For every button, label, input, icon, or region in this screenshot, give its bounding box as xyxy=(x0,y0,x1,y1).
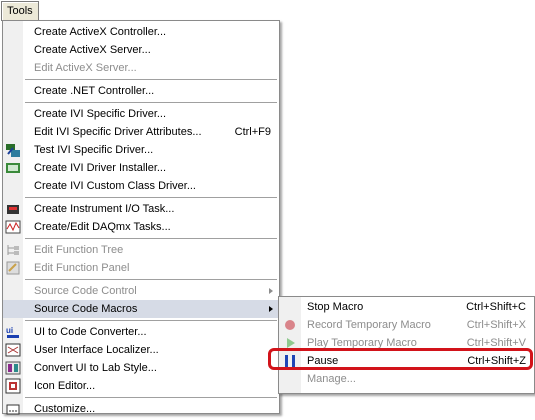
ui-converter-icon: ui xyxy=(5,324,21,340)
icon-editor-icon xyxy=(5,378,21,394)
menu-item-label: Edit Function Panel xyxy=(34,262,130,274)
menu-item-create-net-controller[interactable]: Create .NET Controller... xyxy=(3,82,279,100)
menu-separator xyxy=(25,102,277,103)
menu-item-label: Source Code Macros xyxy=(34,303,138,315)
io-task-icon xyxy=(5,201,21,217)
menu-separator xyxy=(25,397,277,398)
menu-separator xyxy=(25,320,277,321)
menu-item-shortcut: Ctrl+Shift+C xyxy=(466,301,526,313)
menu-item-label: Manage... xyxy=(307,373,356,385)
menu-item-create-ivi-custom-class-driver[interactable]: Create IVI Custom Class Driver... xyxy=(3,177,279,195)
menu-item-shortcut: Ctrl+F9 xyxy=(234,126,271,138)
menu-bar: Tools xyxy=(0,0,535,21)
menu-item-edit-ivi-driver-attributes[interactable]: Edit IVI Specific Driver Attributes... Ct… xyxy=(3,123,279,141)
menu-item-ui-to-code-converter[interactable]: ui UI to Code Converter... xyxy=(3,323,279,341)
menu-item-label: Create ActiveX Controller... xyxy=(34,26,167,38)
customize-icon xyxy=(5,401,21,417)
menu-item-source-code-macros[interactable]: Source Code Macros xyxy=(3,300,279,318)
function-tree-icon xyxy=(5,242,21,258)
svg-text:ui: ui xyxy=(6,326,13,335)
menu-item-create-ivi-driver-installer[interactable]: Create IVI Driver Installer... xyxy=(3,159,279,177)
menu-tools-label: Tools xyxy=(7,5,33,17)
menu-item-create-instrument-io-task[interactable]: Create Instrument I/O Task... xyxy=(3,200,279,218)
menu-item-label: Create/Edit DAQmx Tasks... xyxy=(34,221,171,233)
menu-item-label: UI to Code Converter... xyxy=(34,326,147,338)
menu-separator xyxy=(25,79,277,80)
menu-item-label: Record Temporary Macro xyxy=(307,319,431,331)
menu-item-label: Create IVI Custom Class Driver... xyxy=(34,180,196,192)
menu-item-edit-function-tree: Edit Function Tree xyxy=(3,241,279,259)
menu-item-icon-editor[interactable]: Icon Editor... xyxy=(3,377,279,395)
menu-item-label: Create .NET Controller... xyxy=(34,85,155,97)
submenu-arrow-icon xyxy=(269,306,273,312)
ivi-icon xyxy=(5,160,21,176)
menu-item-stop-macro[interactable]: Stop Macro Ctrl+Shift+C xyxy=(279,298,534,316)
pause-highlight-callout xyxy=(268,348,533,370)
menu-item-label: Edit IVI Specific Driver Attributes... xyxy=(34,126,202,138)
activex-icon xyxy=(5,142,21,158)
menu-item-create-activex-server[interactable]: Create ActiveX Server... xyxy=(3,41,279,59)
record-icon xyxy=(282,317,298,333)
tools-menu: Create ActiveX Controller... Create Acti… xyxy=(2,20,280,415)
menu-item-label: User Interface Localizer... xyxy=(34,344,159,356)
menu-separator xyxy=(25,279,277,280)
menu-item-label: Convert UI to Lab Style... xyxy=(34,362,157,374)
menu-item-label: Edit Function Tree xyxy=(34,244,124,256)
menu-item-create-ivi-specific-driver[interactable]: Create IVI Specific Driver... xyxy=(3,105,279,123)
menu-item-label: Create IVI Driver Installer... xyxy=(34,162,167,174)
menu-item-user-interface-localizer[interactable]: User Interface Localizer... xyxy=(3,341,279,359)
function-panel-icon xyxy=(5,260,21,276)
menu-item-test-ivi-specific-driver[interactable]: Test IVI Specific Driver... xyxy=(3,141,279,159)
menu-item-convert-ui-to-lab-style[interactable]: Convert UI to Lab Style... xyxy=(3,359,279,377)
menu-item-label: Create Instrument I/O Task... xyxy=(34,203,175,215)
menu-item-record-temporary-macro: Record Temporary Macro Ctrl+Shift+X xyxy=(279,316,534,334)
menu-item-edit-activex-server: Edit ActiveX Server... xyxy=(3,59,279,77)
menu-item-label: Edit ActiveX Server... xyxy=(34,62,137,74)
source-code-macros-submenu: Stop Macro Ctrl+Shift+C Record Temporary … xyxy=(278,296,535,394)
submenu-arrow-icon xyxy=(269,288,273,294)
menu-item-label: Test IVI Specific Driver... xyxy=(34,144,154,156)
menu-item-create-edit-daqmx-tasks[interactable]: Create/Edit DAQmx Tasks... xyxy=(3,218,279,236)
menu-tools[interactable]: Tools xyxy=(1,1,39,21)
daqmx-icon xyxy=(5,219,21,235)
menu-item-label: Create ActiveX Server... xyxy=(34,44,151,56)
localizer-icon xyxy=(5,342,21,358)
menu-item-source-code-control: Source Code Control xyxy=(3,282,279,300)
menu-item-label: Create IVI Specific Driver... xyxy=(34,108,167,120)
menu-item-label: Customize... xyxy=(34,403,96,415)
menu-item-edit-function-panel: Edit Function Panel xyxy=(3,259,279,277)
menu-separator xyxy=(25,197,277,198)
menu-item-label: Icon Editor... xyxy=(34,380,96,392)
menu-item-customize[interactable]: Customize... xyxy=(3,400,279,418)
menu-item-manage: Manage... xyxy=(279,370,534,388)
convert-ui-icon xyxy=(5,360,21,376)
menu-item-shortcut: Ctrl+Shift+X xyxy=(466,319,526,331)
menu-separator xyxy=(25,238,277,239)
menu-item-create-activex-controller[interactable]: Create ActiveX Controller... xyxy=(3,23,279,41)
menu-item-label: Stop Macro xyxy=(307,301,364,313)
menu-item-label: Source Code Control xyxy=(34,285,137,297)
